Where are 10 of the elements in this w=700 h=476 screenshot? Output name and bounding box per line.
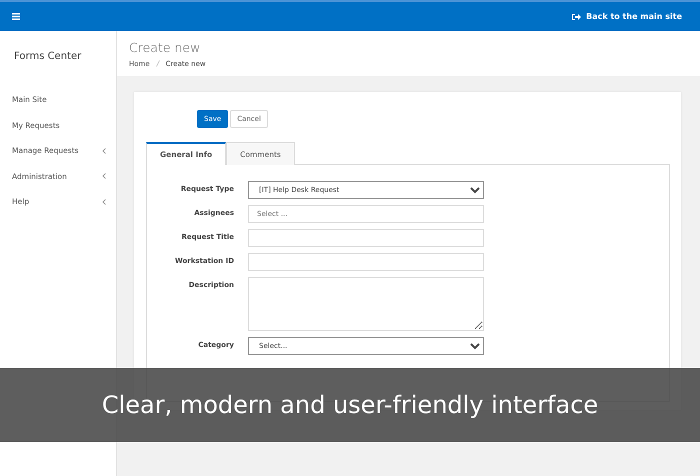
- breadcrumb-separator-icon: [156, 60, 160, 67]
- sign-out-icon: [572, 12, 582, 20]
- caption-banner: Clear, modern and user-friendly interface: [0, 368, 700, 442]
- back-link[interactable]: Back to the main site: [572, 12, 682, 21]
- menu-icon[interactable]: [12, 13, 20, 20]
- textarea-field[interactable]: [248, 277, 484, 331]
- input-field[interactable]: [248, 229, 484, 247]
- page-title: Create new: [129, 40, 202, 55]
- input-field[interactable]: [248, 253, 484, 271]
- app-title: Forms Center: [13, 50, 82, 64]
